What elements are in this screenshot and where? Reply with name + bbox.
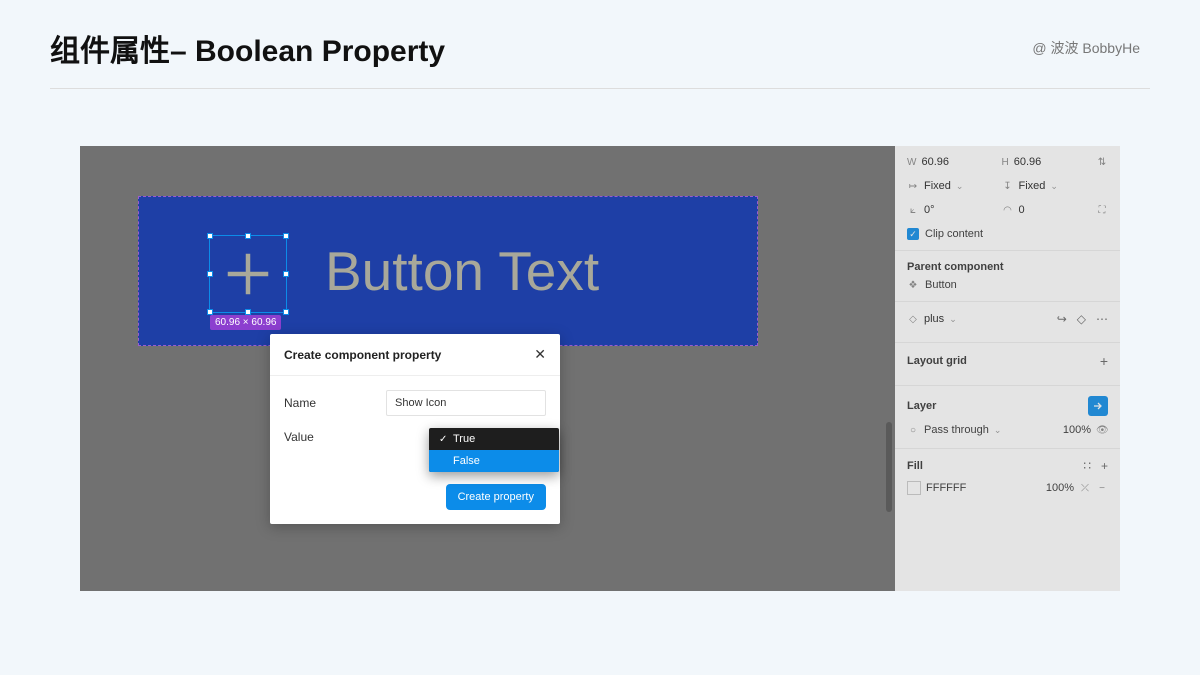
go-to-main-icon[interactable]: ↪ <box>1057 312 1067 326</box>
scrollbar[interactable] <box>886 422 892 512</box>
height-label: H <box>1002 157 1009 168</box>
plus-icon-selection[interactable]: 60.96 × 60.96 <box>209 235 287 313</box>
blend-mode[interactable]: Pass through <box>924 424 989 436</box>
chevron-down-icon[interactable]: ⌄ <box>994 425 1002 436</box>
fill-hex[interactable]: FFFFFF <box>926 482 966 494</box>
header-divider <box>50 88 1150 89</box>
name-input[interactable] <box>386 390 546 416</box>
author-credit: @ 波波 BobbyHe <box>1032 38 1140 58</box>
radius-value[interactable]: 0 <box>1019 204 1025 216</box>
chevron-down-icon[interactable]: ⌄ <box>956 181 964 192</box>
resize-handle[interactable] <box>283 271 289 277</box>
color-swatch[interactable] <box>907 481 921 495</box>
plus-icon <box>210 236 286 312</box>
horizontal-icon: ↦ <box>907 181 919 192</box>
more-icon[interactable]: ⋯ <box>1096 312 1108 326</box>
chevron-down-icon[interactable]: ⌄ <box>1050 181 1058 192</box>
vertical-icon: ↧ <box>1002 181 1014 192</box>
width-label: W <box>907 157 916 168</box>
fill-opacity[interactable]: 100% <box>1046 482 1074 494</box>
fill-section-title: Fill <box>907 460 923 472</box>
value-label: Value <box>284 430 414 444</box>
resize-handle[interactable] <box>245 233 251 239</box>
rotation-value[interactable]: 0° <box>924 204 935 216</box>
add-fill-icon[interactable]: + <box>1101 459 1108 473</box>
resize-handle[interactable] <box>207 271 213 277</box>
check-icon: ✓ <box>439 434 453 445</box>
name-label: Name <box>284 396 386 410</box>
properties-panel: W 60.96 H 60.96 ⇅ ↦ Fixed ⌄ ↧ Fixed ⌄ <box>895 146 1120 591</box>
resize-handle[interactable] <box>207 233 213 239</box>
option-label: False <box>453 455 480 467</box>
dropdown-option-true[interactable]: ✓ True <box>429 428 559 450</box>
parent-component-title: Parent component <box>907 261 1108 273</box>
blend-icon: ○ <box>907 425 919 436</box>
opacity-value[interactable]: 100% <box>1063 424 1091 436</box>
radius-icon: ◠ <box>1002 205 1014 216</box>
dropdown-option-false[interactable]: False <box>429 450 559 472</box>
detach-icon[interactable]: ◇ <box>1077 312 1086 326</box>
option-label: True <box>453 433 475 445</box>
modal-title: Create component property <box>284 348 441 362</box>
eye-hidden-icon[interactable]: ⤫ <box>1079 483 1091 494</box>
layout-grid-title: Layout grid <box>907 355 967 367</box>
create-property-button[interactable]: Create property <box>446 484 546 510</box>
rotation-icon: ⟀ <box>907 205 919 216</box>
button-text-label[interactable]: Button Text <box>325 197 599 345</box>
resize-handle[interactable] <box>283 233 289 239</box>
apply-property-icon[interactable] <box>1088 396 1108 416</box>
layer-name[interactable]: plus <box>924 313 944 325</box>
canvas-area[interactable]: 60.96 × 60.96 Button Text Create compone… <box>80 146 1120 591</box>
chevron-down-icon[interactable]: ⌄ <box>949 314 957 325</box>
layer-section-title: Layer <box>907 400 936 412</box>
add-grid-icon[interactable]: + <box>1100 353 1108 369</box>
resize-handle[interactable] <box>283 309 289 315</box>
height-value[interactable]: 60.96 <box>1014 156 1042 168</box>
selection-dimensions: 60.96 × 60.96 <box>210 315 281 330</box>
value-dropdown[interactable]: ✓ True False <box>429 428 559 472</box>
create-property-modal: Create component property ✕ Name Value ✓… <box>270 334 560 524</box>
eye-icon[interactable]: 👁 <box>1096 425 1108 436</box>
parent-component-name[interactable]: Button <box>925 279 957 291</box>
expand-icon[interactable]: ⛶ <box>1096 205 1108 216</box>
close-icon[interactable]: ✕ <box>534 346 546 363</box>
component-icon: ❖ <box>907 280 919 291</box>
height-mode[interactable]: Fixed <box>1019 180 1046 192</box>
diamond-icon: ◇ <box>907 314 919 325</box>
width-mode[interactable]: Fixed <box>924 180 951 192</box>
clip-content-label: Clip content <box>925 228 983 240</box>
remove-fill-icon[interactable]: − <box>1096 483 1108 494</box>
link-icon[interactable]: ⇅ <box>1096 157 1108 168</box>
page-title: 组件属性– Boolean Property <box>50 26 445 70</box>
width-value[interactable]: 60.96 <box>921 156 949 168</box>
styles-icon[interactable]: ∷ <box>1083 459 1091 473</box>
clip-checkbox[interactable]: ✓ <box>907 228 919 240</box>
button-component[interactable]: 60.96 × 60.96 Button Text <box>138 196 758 346</box>
